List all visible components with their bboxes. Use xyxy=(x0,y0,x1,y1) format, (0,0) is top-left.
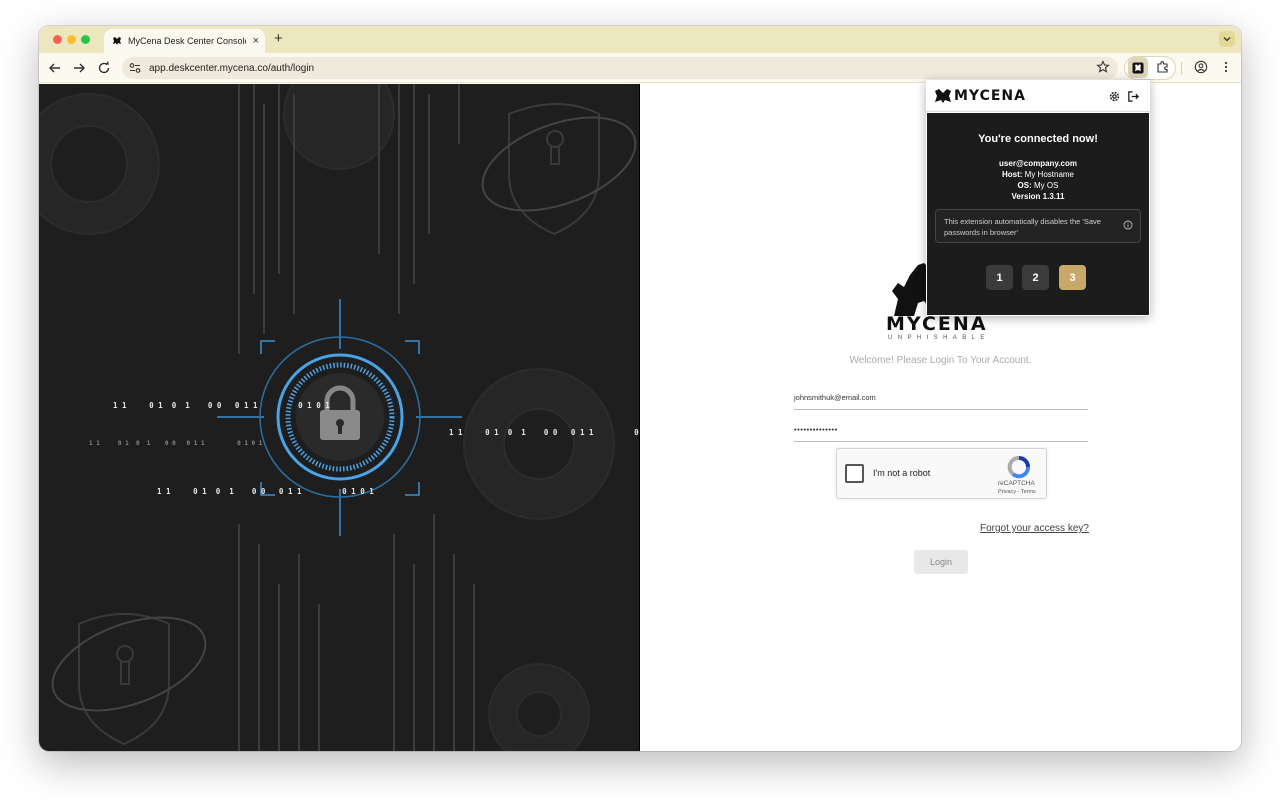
mycena-extension-popup: MYCENA You're connected now! user@compan… xyxy=(926,80,1150,316)
browser-tab[interactable]: MyCena Desk Center Console × xyxy=(104,29,265,53)
extensions-puzzle-icon[interactable] xyxy=(1156,60,1170,74)
close-window-button[interactable] xyxy=(53,35,62,44)
popup-brand: MYCENA xyxy=(954,88,1026,104)
cyber-security-illustration xyxy=(39,84,637,751)
host-label: Host: xyxy=(1001,170,1023,179)
popup-body: You're connected now! user@company.com H… xyxy=(927,113,1149,315)
recaptcha-label: I'm not a robot xyxy=(873,468,931,478)
version-info: Version 1.3.11 xyxy=(1011,192,1065,201)
forgot-access-key-link[interactable]: Forgot your access key? xyxy=(980,523,1089,534)
email-field[interactable]: johnsmithuk@email.com xyxy=(794,390,1088,410)
recaptcha-brand: reCAPTCHA xyxy=(998,480,1035,487)
recaptcha-widget: I'm not a robot reCAPTCHA Privacy - Term… xyxy=(836,448,1047,499)
logout-icon[interactable] xyxy=(1127,90,1140,103)
password-notice: This extension automatically disables th… xyxy=(935,209,1141,243)
tab-title: MyCena Desk Center Console xyxy=(128,36,246,46)
user-email: user@company.com xyxy=(999,159,1077,168)
binary-row: 1 1 0 1 0 1 0 0 0 1 1 0 1 0 1 xyxy=(113,401,330,410)
toolbar-divider xyxy=(1181,62,1182,75)
site-settings-icon[interactable] xyxy=(128,61,142,75)
os-info: OS: My OS xyxy=(927,181,1149,190)
maximize-window-button[interactable] xyxy=(81,35,90,44)
popup-header: MYCENA xyxy=(926,80,1150,112)
binary-row: 1 1 0 1 0 1 0 0 0 1 1 0 1 0 1 xyxy=(89,440,263,447)
back-arrow-icon[interactable] xyxy=(47,60,63,76)
welcome-text: Welcome! Please Login To Your Account. xyxy=(849,355,1032,366)
brand-wordmark: MYCENA xyxy=(886,313,988,335)
browser-toolbar: app.deskcenter.mycena.co/auth/login xyxy=(39,53,1241,83)
os-label: OS: xyxy=(1017,181,1032,190)
recaptcha-checkbox[interactable] xyxy=(845,464,864,483)
browser-menu-icon[interactable] xyxy=(1219,60,1233,74)
os-value: My OS xyxy=(1034,181,1059,190)
security-illustration-panel: 1 1 0 1 0 1 0 0 0 1 1 0 1 0 1 1 1 0 1 0 … xyxy=(39,84,640,751)
new-tab-button[interactable]: + xyxy=(274,30,283,48)
tab-close-icon[interactable]: × xyxy=(253,34,259,48)
host-info: Host: My Hostname xyxy=(927,170,1149,179)
host-value: My Hostname xyxy=(1024,170,1075,179)
address-bar[interactable]: app.deskcenter.mycena.co/auth/login xyxy=(122,57,1118,79)
password-field[interactable]: •••••••••••••• xyxy=(794,422,1088,442)
info-icon[interactable] xyxy=(1123,220,1133,230)
bookmark-star-icon[interactable] xyxy=(1096,60,1110,74)
recaptcha-terms[interactable]: Privacy - Terms xyxy=(998,489,1036,495)
mycena-extension-icon xyxy=(1132,62,1144,73)
profile-avatar-icon[interactable] xyxy=(1194,60,1208,74)
gear-icon[interactable] xyxy=(1108,90,1121,103)
mycena-favicon-icon xyxy=(113,37,121,45)
reload-icon[interactable] xyxy=(96,60,112,76)
url-text: app.deskcenter.mycena.co/auth/login xyxy=(149,62,315,74)
login-button[interactable]: Login xyxy=(914,550,968,574)
page-button-3[interactable]: 3 xyxy=(1059,265,1086,290)
minimize-window-button[interactable] xyxy=(67,35,76,44)
password-value: •••••••••••••• xyxy=(794,425,838,434)
notice-text: This extension automatically disables th… xyxy=(944,217,1101,237)
forward-arrow-icon[interactable] xyxy=(71,60,87,76)
tab-search-button[interactable] xyxy=(1219,31,1235,47)
mycena-logo-icon xyxy=(935,89,951,103)
recaptcha-logo-icon xyxy=(1007,456,1030,479)
brand-tagline: UNPHISHABLE xyxy=(888,335,990,341)
chevron-down-icon xyxy=(1223,37,1231,42)
mycena-extension-button[interactable] xyxy=(1128,57,1148,78)
binary-row: 1 1 0 1 0 1 0 0 0 1 1 0 1 0 1 xyxy=(449,428,639,437)
connected-title: You're connected now! xyxy=(978,133,1098,145)
binary-row: 1 1 0 1 0 1 0 0 0 1 1 0 1 0 1 xyxy=(157,487,374,496)
page-button-2[interactable]: 2 xyxy=(1022,265,1049,290)
email-value: johnsmithuk@email.com xyxy=(794,393,876,402)
tab-bar: MyCena Desk Center Console × + xyxy=(39,26,1241,53)
page-button-1[interactable]: 1 xyxy=(986,265,1013,290)
